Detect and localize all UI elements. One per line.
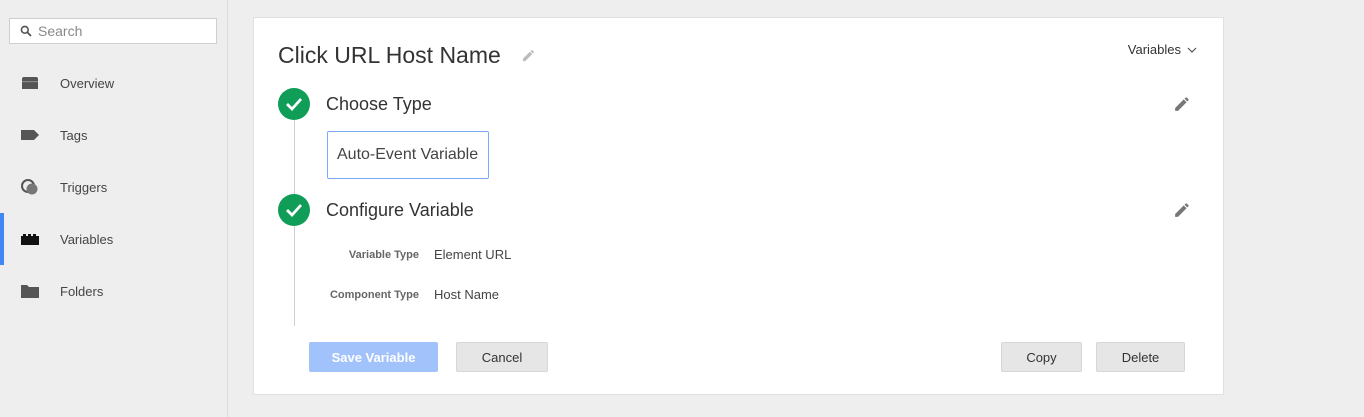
edit-configure-variable-pencil-icon[interactable] xyxy=(1174,202,1190,218)
sidebar: Overview Tags Triggers Variables Fo xyxy=(0,0,228,417)
sidebar-item-overview[interactable]: Overview xyxy=(0,57,228,109)
delete-button[interactable]: Delete xyxy=(1096,342,1185,372)
variable-editor-card: Click URL Host Name Variables Choose Typ… xyxy=(253,17,1224,395)
component-type-label: Component Type xyxy=(329,289,419,301)
triggers-icon xyxy=(21,179,38,195)
search-box[interactable] xyxy=(9,18,217,44)
save-variable-button[interactable]: Save Variable xyxy=(309,342,438,372)
selected-variable-type[interactable]: Auto-Event Variable xyxy=(327,131,489,179)
component-type-value: Host Name xyxy=(434,287,500,302)
edit-title-pencil-icon[interactable] xyxy=(522,49,535,62)
search-icon xyxy=(20,25,32,37)
tag-icon xyxy=(21,130,39,140)
sidebar-item-tags[interactable]: Tags xyxy=(0,109,228,161)
sidebar-item-folders[interactable]: Folders xyxy=(0,265,228,317)
sidebar-item-variables[interactable]: Variables xyxy=(0,213,228,265)
cancel-button[interactable]: Cancel xyxy=(456,342,548,372)
folder-icon xyxy=(21,285,39,298)
chevron-down-icon xyxy=(1187,47,1197,53)
edit-choose-type-pencil-icon[interactable] xyxy=(1174,96,1190,112)
sidebar-nav: Overview Tags Triggers Variables Folders xyxy=(0,57,228,317)
copy-button[interactable]: Copy xyxy=(1001,342,1082,372)
overview-icon xyxy=(22,77,38,89)
sidebar-item-label: Tags xyxy=(60,127,88,143)
step-title-configure-variable: Configure Variable xyxy=(326,200,474,220)
variable-type-label: Variable Type xyxy=(348,249,419,261)
step-complete-check-icon xyxy=(278,194,310,226)
variables-dropdown-label: Variables xyxy=(1127,42,1181,57)
page-title: Click URL Host Name xyxy=(278,42,501,68)
variables-icon xyxy=(21,234,39,245)
variable-type-value: Element URL xyxy=(434,247,512,262)
sidebar-item-label: Variables xyxy=(60,231,114,247)
step-title-choose-type: Choose Type xyxy=(326,94,432,114)
sidebar-item-label: Folders xyxy=(60,283,104,299)
variables-dropdown[interactable]: Variables xyxy=(1128,42,1197,57)
sidebar-item-label: Overview xyxy=(60,75,115,91)
search-input[interactable] xyxy=(38,23,208,39)
step-complete-check-icon xyxy=(278,88,310,120)
sidebar-item-label: Triggers xyxy=(60,179,108,195)
sidebar-item-triggers[interactable]: Triggers xyxy=(0,161,228,213)
